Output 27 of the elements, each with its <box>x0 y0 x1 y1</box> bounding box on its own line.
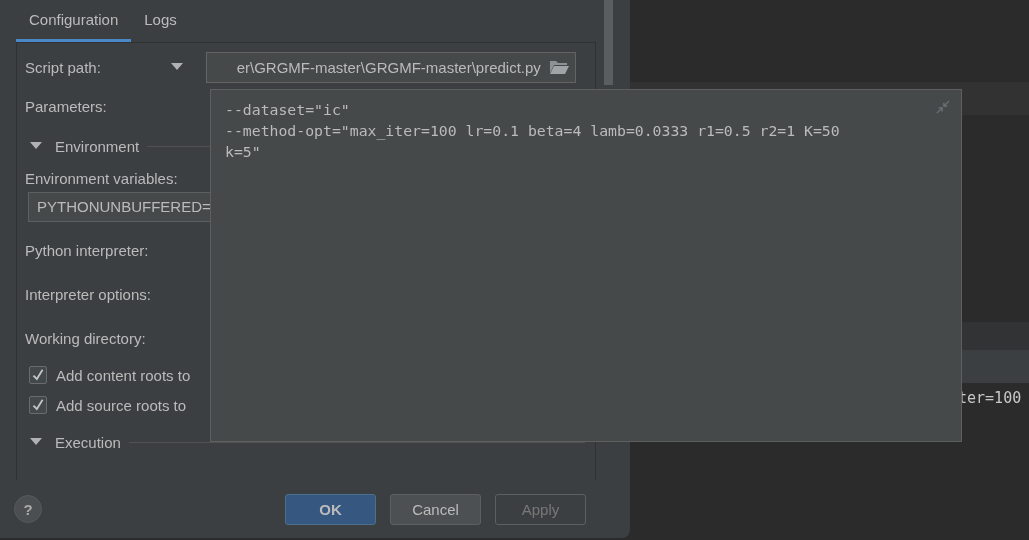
field-label: Python interpreter: <box>25 241 149 259</box>
checkbox[interactable] <box>29 366 47 384</box>
section-title: Execution <box>55 433 121 451</box>
field-label: Script path: <box>25 58 101 76</box>
field-label: Working directory: <box>25 329 146 347</box>
checkbox-label: Add source roots to <box>56 396 187 414</box>
field-label: Interpreter options: <box>25 285 151 303</box>
caret-icon[interactable] <box>170 63 183 71</box>
field-label: Parameters: <box>25 97 107 115</box>
field-label: Environment variables: <box>25 169 178 187</box>
checkbox-label: Add content roots to <box>56 366 191 384</box>
tab[interactable]: Configuration <box>16 0 132 42</box>
scrollbar[interactable] <box>604 0 613 85</box>
dialog-button[interactable]: OK <box>285 493 376 525</box>
tab[interactable]: Logs <box>131 0 190 42</box>
environment-variables-field[interactable]: PYTHONUNBUFFERED= <box>28 192 213 222</box>
expand-triangle-icon[interactable] <box>30 142 42 150</box>
help-button[interactable]: ? <box>14 495 42 523</box>
folder-icon[interactable] <box>548 59 569 75</box>
expand-triangle-icon[interactable] <box>30 438 42 446</box>
parameter-line: --method-opt="max_iter=100 lr=0.1 beta=4 lamb=0.0333 r1=0.5 r2=1 K=50 <box>225 121 840 141</box>
dialog-button[interactable]: Cancel <box>390 493 481 525</box>
parameter-line: k=5" <box>225 142 261 162</box>
checkbox[interactable] <box>29 396 47 414</box>
script-path-field[interactable]: er\GRGMF-master\GRGMF-master\predict.py <box>205 51 576 83</box>
parameter-line: --dataset="ic" <box>225 100 350 120</box>
section-title: Environment <box>55 137 140 155</box>
